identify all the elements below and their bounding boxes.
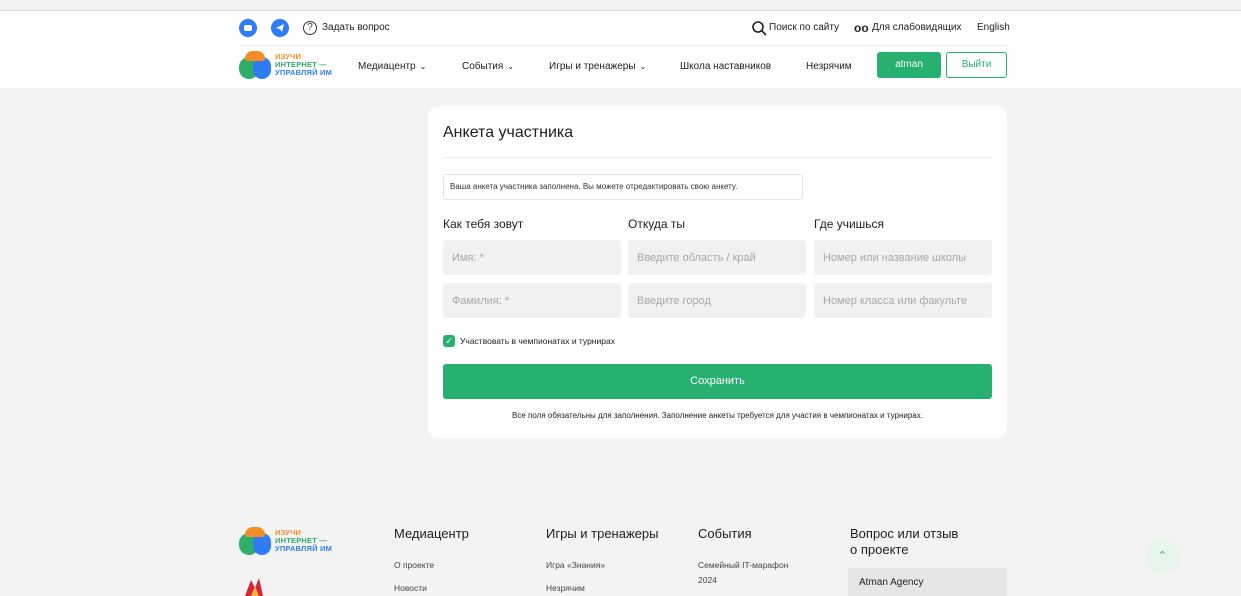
search-link[interactable]: Поиск по сайту [769,22,839,33]
nav-games[interactable]: Игры и тренажеры ⌄ [549,61,646,72]
tournament-checkbox-label[interactable]: Участвовать в чемпионатах и турнирах [460,336,615,346]
logo-line3: УПРАВЛЯЙ ИМ [275,68,333,77]
chevron-down-icon: ⌄ [639,62,647,71]
last-name-input[interactable] [443,283,621,318]
section-name-heading: Как тебя зовут [443,217,524,231]
logo-www-icon [245,51,265,61]
nav-mediacenter-label: Медиацентр [358,61,416,72]
nav-games-label: Игры и тренажеры [549,61,636,72]
nav-mentors-school[interactable]: Школа наставников [680,61,771,72]
tournament-checkbox[interactable]: ✓ [443,335,455,347]
chevron-up-icon[interactable]: ⌃ [1145,539,1180,574]
first-name-input[interactable] [443,240,621,275]
telegram-icon[interactable] [271,19,289,37]
nav-events-label: События [462,61,504,72]
footer-link-blind[interactable]: Незрячим [546,583,585,593]
footer-events-title: События [698,526,752,541]
footer-feedback-title-2: о проекте [850,542,909,557]
chevron-down-icon: ⌄ [419,62,427,71]
feedback-field[interactable]: Atman Agency [848,568,1007,596]
footer-link-game-knowledge[interactable]: Игра «Знания» [546,560,605,570]
footer-link-it-marathon-year[interactable]: 2024 [698,575,717,585]
chevron-down-icon: ⌄ [507,62,514,71]
class-input[interactable] [814,283,992,318]
user-profile-button[interactable]: atman [877,52,941,78]
nav-blind-label: Незрячим [806,61,852,72]
accessibility-link[interactable]: Для слабовидящих [872,22,961,33]
nav-mentors-label: Школа наставников [680,61,772,72]
nav-mediacenter[interactable]: Медиацентр ⌄ [358,61,426,72]
nav-events[interactable]: События ⌄ [462,61,514,72]
form-divider [443,157,992,158]
footer-mediacenter-title: Медиацентр [394,526,469,541]
save-button[interactable]: Сохранить [443,364,992,399]
partner-logo[interactable] [241,576,271,596]
region-input[interactable] [628,240,806,275]
footer-link-about[interactable]: О проекте [394,560,434,570]
city-input[interactable] [628,283,806,318]
footer-link-news[interactable]: Новости [394,583,427,593]
header-divider [239,45,1007,46]
site-logo[interactable]: ИЗУЧИ ИНТЕРНЕТ — УПРАВЛЯЙ ИМ [239,51,334,83]
ask-question-link[interactable]: Задать вопрос [322,22,390,33]
utility-bar: ? Задать вопрос Поиск по сайту oo Для сл… [239,19,1010,39]
logout-button[interactable]: Выйти [946,52,1007,78]
search-icon[interactable] [751,20,767,36]
vk-icon[interactable] [239,19,257,37]
footer-feedback-title: Вопрос или отзыв [850,526,959,541]
glasses-icon[interactable]: oo [854,21,869,35]
form-footnote: Все поля обязательны для заполнения. Зап… [512,411,923,420]
footer-games-title: Игры и тренажеры [546,526,659,541]
footer-link-it-marathon[interactable]: Семейный IT-марафон [698,560,788,570]
logo-www-icon [245,527,265,537]
footer-logo[interactable]: ИЗУЧИ ИНТЕРНЕТ — УПРАВЛЯЙ ИМ [239,527,334,559]
nav-blind[interactable]: Незрячим [806,61,852,72]
section-school-heading: Где учишься [814,217,885,231]
question-icon[interactable]: ? [303,21,317,35]
form-notice: Ваша анкета участника заполнена. Вы може… [443,174,803,200]
school-input[interactable] [814,240,992,275]
form-title: Анкета участника [443,124,574,141]
language-link[interactable]: English [977,22,1010,33]
footer-logo-line3: УПРАВЛЯЙ ИМ [275,544,333,553]
section-location-heading: Откуда ты [628,217,685,231]
